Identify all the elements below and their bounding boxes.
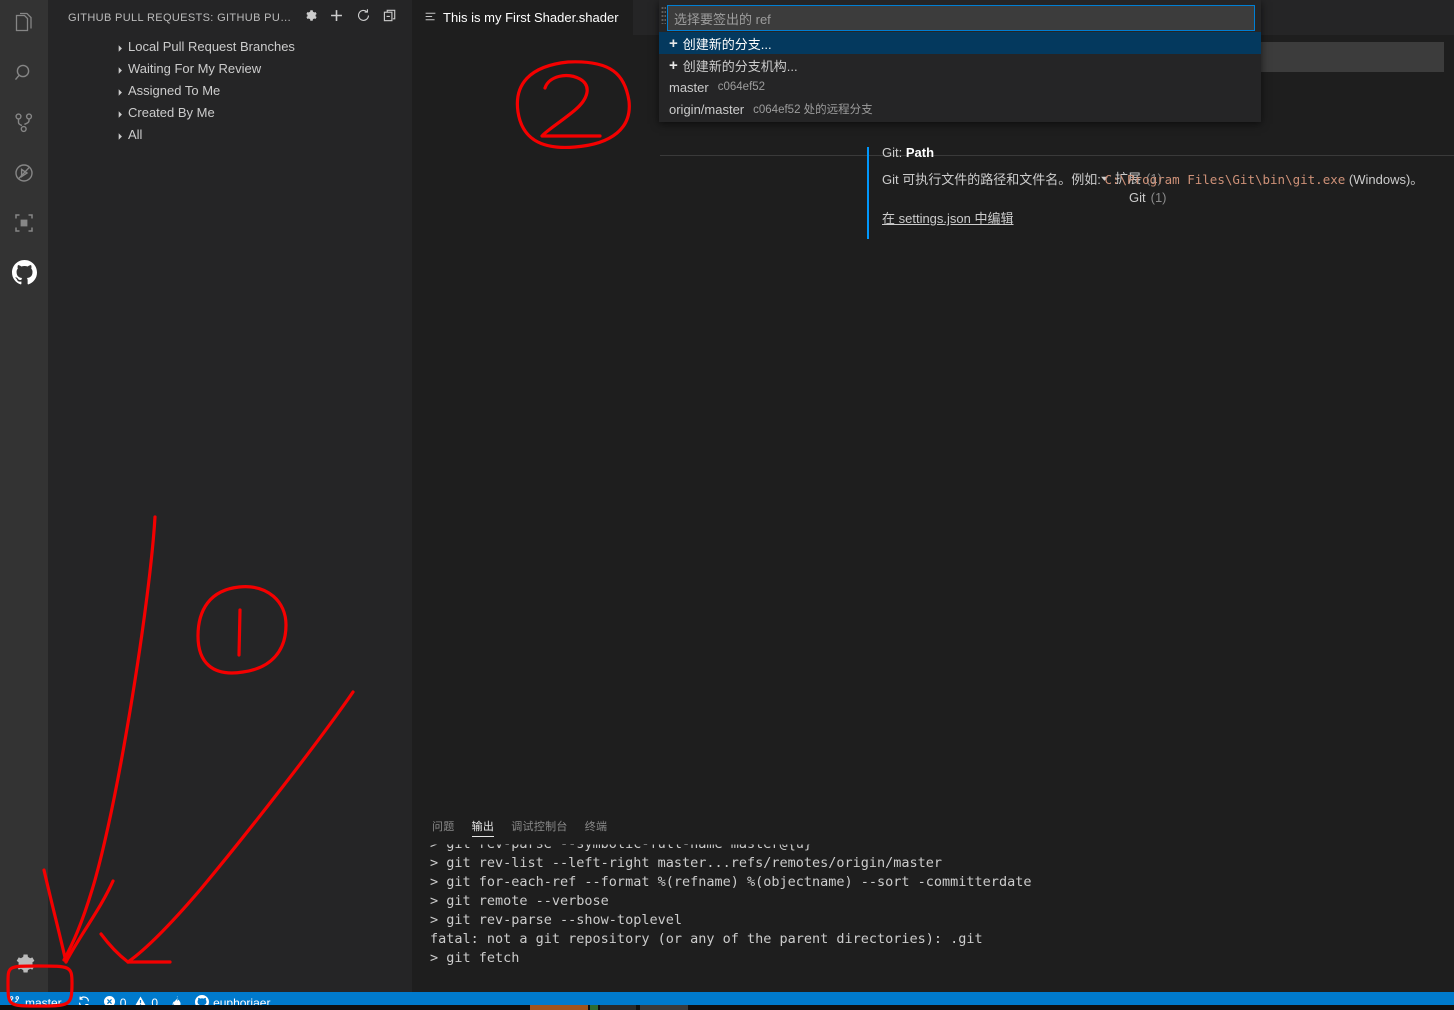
output-line: > git rev-parse --symbolic-full-name mas… xyxy=(430,836,813,853)
chevron-right-icon xyxy=(116,85,126,96)
quick-pick-item-label: 创建新的分支机构... xyxy=(682,58,798,74)
sidebar-action-refresh[interactable] xyxy=(350,7,377,29)
sidebar-item-label: Created By Me xyxy=(128,104,215,120)
output-line: > git rev-list --left-right master...ref… xyxy=(430,855,943,871)
quick-pick-input-wrap: 选择要签出的 ref xyxy=(659,0,1261,32)
quick-pick-grip-icon[interactable] xyxy=(661,6,666,24)
quick-pick-item-master[interactable]: master c064ef52 xyxy=(659,76,1261,98)
setting-title-category: Git: xyxy=(882,145,906,160)
extensions-icon xyxy=(12,211,36,240)
setting-title-key: Path xyxy=(905,145,935,160)
edit-in-settings-json-link[interactable]: 在 settings.json 中编辑 xyxy=(882,208,1014,227)
sidebar-item-waiting-for-my-review[interactable]: Waiting For My Review xyxy=(48,57,412,79)
setting-title: Git: Path xyxy=(882,145,1434,160)
activitybar-item-extensions[interactable] xyxy=(0,200,48,250)
editor-tab-shader[interactable]: This is my First Shader.shader xyxy=(412,0,634,35)
taskbar-chip xyxy=(600,1005,636,1010)
editor-tab-label: This is my First Shader.shader xyxy=(443,10,619,25)
taskbar-chip xyxy=(640,1005,688,1010)
activity-bar xyxy=(0,0,48,992)
chevron-right-icon xyxy=(116,41,126,52)
source-control-icon xyxy=(12,111,36,140)
gear-icon xyxy=(303,8,318,28)
quick-pick-item-create-branch[interactable]: + 创建新的分支... xyxy=(659,32,1261,54)
refresh-icon xyxy=(356,8,371,28)
sidebar-action-settings[interactable] xyxy=(297,7,324,29)
sidebar-item-local-pull-request-branches[interactable]: Local Pull Request Branches xyxy=(48,35,412,57)
setting-description-code: C:\Program Files\Git\bin\git.exe xyxy=(1104,172,1346,187)
run-debug-disabled-icon xyxy=(12,161,36,190)
setting-description-suffix: (Windows)。 xyxy=(1345,172,1424,187)
sidebar-item-assigned-to-me[interactable]: Assigned To Me xyxy=(48,79,412,101)
sidebar-action-collapse-all[interactable] xyxy=(377,7,404,29)
quick-pick: 选择要签出的 ref + 创建新的分支... + 创建新的分支机构... mas… xyxy=(659,0,1261,122)
sidebar-item-all[interactable]: All xyxy=(48,123,412,145)
quick-pick-item-create-branch-from[interactable]: + 创建新的分支机构... xyxy=(659,54,1261,76)
setting-description: Git 可执行文件的路径和文件名。例如: C:\Program Files\Gi… xyxy=(882,171,1434,189)
sidebar-header: GITHUB PULL REQUESTS: GITHUB PULL ... xyxy=(48,0,412,35)
sidebar-tree: Local Pull Request Branches Waiting For … xyxy=(48,35,412,145)
quick-pick-item-description: c064ef52 xyxy=(717,81,766,93)
settings-file-icon xyxy=(424,10,437,26)
setting-description-text: Git 可执行文件的路径和文件名。例如: xyxy=(882,172,1105,187)
chevron-right-icon xyxy=(116,129,126,140)
vscode-window: GITHUB PULL REQUESTS: GITHUB PULL ... Lo… xyxy=(0,0,1454,1010)
output-line: > git for-each-ref --format %(refname) %… xyxy=(430,874,1032,890)
github-icon xyxy=(11,260,37,290)
setting-detail: Git: Path Git 可执行文件的路径和文件名。例如: C:\Progra… xyxy=(867,145,1434,239)
settings-editor: 扩展 (1) Git (1) Git: Path Git 可执行文件的路径和文件名。… xyxy=(412,35,1454,808)
activitybar-item-search[interactable] xyxy=(0,50,48,100)
quick-pick-input[interactable]: 选择要签出的 ref xyxy=(667,5,1255,31)
activitybar-item-run-debug[interactable] xyxy=(0,150,48,200)
output-line: fatal: not a git repository (or any of t… xyxy=(430,931,983,947)
activitybar-item-explorer[interactable] xyxy=(0,0,48,50)
os-taskbar-strip xyxy=(0,1005,1454,1010)
collapse-all-icon xyxy=(383,8,398,28)
sidebar-title: GITHUB PULL REQUESTS: GITHUB PULL ... xyxy=(68,11,297,24)
activitybar-item-manage[interactable] xyxy=(0,940,48,992)
chevron-right-icon xyxy=(116,63,126,74)
activitybar-item-github[interactable] xyxy=(0,250,48,300)
quick-pick-item-label: 创建新的分支... xyxy=(682,36,772,52)
manage-gear-icon xyxy=(13,952,36,980)
plus-icon: + xyxy=(669,56,678,74)
plus-icon: + xyxy=(669,34,678,52)
sidebar-item-label: All xyxy=(128,126,143,142)
sidebar-item-label: Local Pull Request Branches xyxy=(128,38,295,54)
explorer-icon xyxy=(12,11,36,40)
sidebar-action-create[interactable] xyxy=(323,7,350,29)
sidebar: GITHUB PULL REQUESTS: GITHUB PULL ... Lo… xyxy=(48,0,412,992)
bottom-panel: 问题 输出 调试控制台 终端 > git rev-parse --symboli… xyxy=(412,808,1454,992)
quick-pick-item-origin-master[interactable]: origin/master c064ef52 处的远程分支 xyxy=(659,98,1261,120)
sidebar-item-label: Waiting For My Review xyxy=(128,60,262,76)
sidebar-item-created-by-me[interactable]: Created By Me xyxy=(48,101,412,123)
activitybar-item-source-control[interactable] xyxy=(0,100,48,150)
output-line: > git rev-parse --show-toplevel xyxy=(430,912,682,928)
chevron-right-icon xyxy=(116,107,126,118)
search-icon xyxy=(12,61,36,90)
quick-pick-item-description: c064ef52 处的远程分支 xyxy=(753,104,873,116)
output-line: > git fetch xyxy=(430,950,520,966)
quick-pick-list: + 创建新的分支... + 创建新的分支机构... master c064ef5… xyxy=(659,32,1261,122)
taskbar-chip xyxy=(530,1005,588,1010)
taskbar-chip xyxy=(590,1005,598,1010)
quick-pick-item-label: origin/master xyxy=(669,101,745,117)
quick-pick-item-label: master xyxy=(669,79,709,95)
output-console[interactable]: > git rev-parse --symbolic-full-name mas… xyxy=(430,835,1454,992)
plus-icon xyxy=(329,8,344,28)
output-line: > git remote --verbose xyxy=(430,893,609,909)
sidebar-item-label: Assigned To Me xyxy=(128,82,221,98)
